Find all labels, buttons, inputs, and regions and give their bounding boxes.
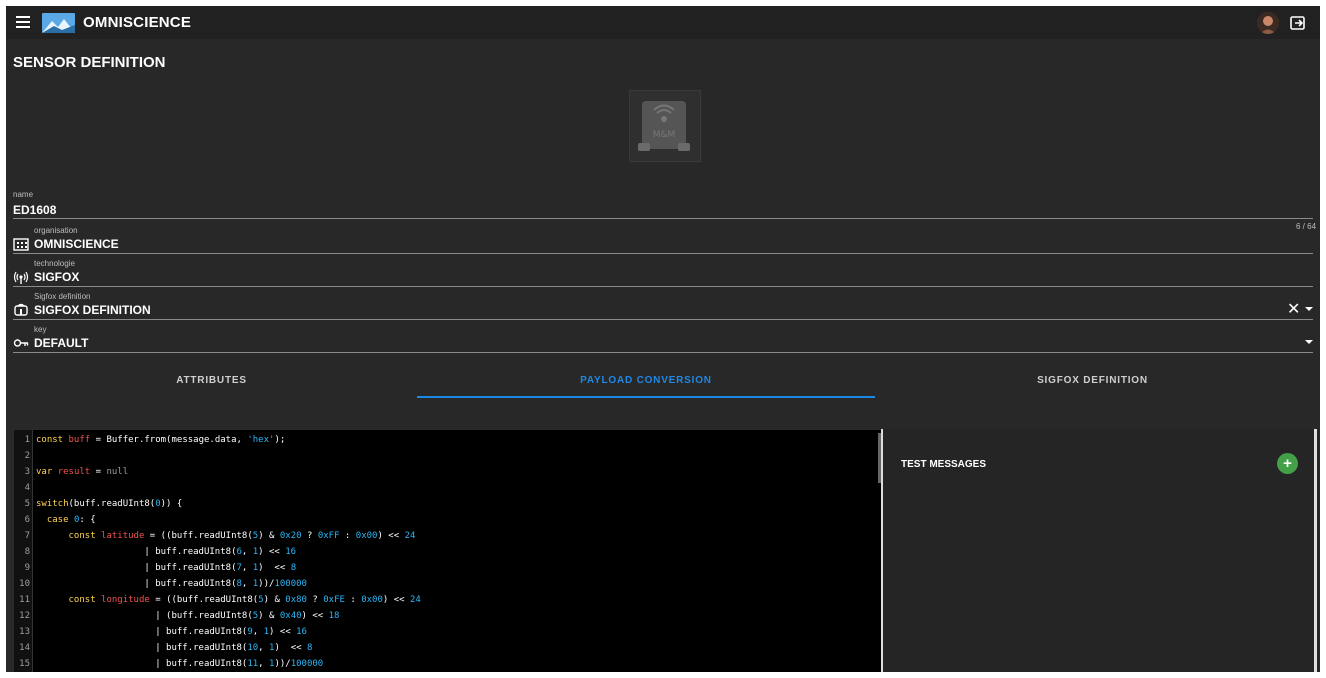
code-line[interactable]: 6 case 0: { [14, 512, 874, 528]
line-number: 11 [19, 595, 30, 605]
code-text[interactable]: | buff.readUInt8(8, 1))/100000 [36, 576, 307, 592]
technologie-label: technologie [34, 259, 75, 268]
test-messages-title: TEST MESSAGES [901, 459, 987, 470]
code-text[interactable]: const latitude = ((buff.readUInt8(5) & 0… [36, 528, 416, 544]
line-number: 2 [24, 451, 30, 461]
sigfox-definition-label: Sigfox definition [34, 292, 91, 301]
code-line[interactable]: 4 [14, 480, 874, 496]
sigfox-definition-value[interactable]: SIGFOX DEFINITION [34, 303, 151, 317]
tab-sigfox-definition[interactable]: SIGFOX DEFINITION [875, 368, 1310, 398]
antenna-icon [13, 270, 29, 284]
line-number: 12 [19, 611, 30, 621]
code-line[interactable]: 3 var result = null [14, 464, 874, 480]
app-frame: OMNISCIENCE SENSOR DEFINITION M&M name E… [6, 6, 1320, 672]
panel-edge [1314, 429, 1317, 672]
code-text[interactable]: | (buff.readUInt8(5) & 0x40) << 18 [36, 608, 339, 624]
name-field[interactable]: name ED1608 [13, 190, 1313, 219]
code-line[interactable]: 12 | (buff.readUInt8(5) & 0x40) << 18 [14, 608, 874, 624]
organisation-label: organisation [34, 226, 78, 235]
app-title: OMNISCIENCE [83, 14, 192, 31]
code-line[interactable]: 1 const buff = Buffer.from(message.data, … [14, 432, 874, 448]
active-tab-indicator [417, 396, 875, 398]
code-text[interactable]: | buff.readUInt8(7, 1) << 8 [36, 560, 296, 576]
code-text[interactable]: | buff.readUInt8(6, 1) << 16 [36, 544, 296, 560]
svg-text:M&M: M&M [653, 130, 676, 140]
name-label: name [13, 190, 34, 199]
sensor-definition-icon [13, 303, 29, 317]
tab-payload-conversion[interactable]: PAYLOAD CONVERSION [417, 368, 875, 398]
technologie-value[interactable]: SIGFOX [34, 270, 79, 284]
line-number: 5 [24, 499, 30, 509]
line-number: 6 [24, 515, 30, 525]
name-value[interactable]: ED1608 [13, 203, 56, 217]
code-line[interactable]: 5 switch(buff.readUInt8(0)) { [14, 496, 874, 512]
code-line[interactable]: 8 | buff.readUInt8(6, 1) << 16 [14, 544, 874, 560]
line-number: 1 [24, 435, 30, 445]
line-number: 4 [24, 483, 30, 493]
app-logo [42, 13, 75, 33]
chevron-down-icon[interactable] [1305, 340, 1313, 344]
organisation-field[interactable]: organisation OMNISCIENCE [13, 224, 1313, 254]
code-line[interactable]: 9 | buff.readUInt8(7, 1) << 8 [14, 560, 874, 576]
user-avatar[interactable] [1257, 12, 1279, 34]
code-line[interactable]: 7 const latitude = ((buff.readUInt8(5) &… [14, 528, 874, 544]
code-text[interactable]: case 0: { [36, 512, 96, 528]
sigfox-definition-field[interactable]: Sigfox definition SIGFOX DEFINITION ✕ [13, 290, 1313, 320]
line-number: 9 [24, 563, 30, 573]
line-number: 8 [24, 547, 30, 557]
code-text[interactable]: const buff = Buffer.from(message.data, '… [36, 432, 285, 448]
code-line[interactable]: 14 | buff.readUInt8(10, 1) << 8 [14, 640, 874, 656]
code-text[interactable]: | buff.readUInt8(10, 1) << 8 [36, 640, 312, 656]
line-number: 13 [19, 627, 30, 637]
code-line[interactable]: 10 | buff.readUInt8(8, 1))/100000 [14, 576, 874, 592]
key-field[interactable]: key DEFAULT [13, 323, 1313, 353]
code-text[interactable]: | buff.readUInt8(11, 1))/100000 [36, 656, 323, 672]
chevron-down-icon[interactable] [1305, 307, 1313, 311]
code-editor[interactable]: 1 const buff = Buffer.from(message.data, … [13, 429, 883, 672]
logout-icon[interactable] [1289, 14, 1307, 32]
sensor-image[interactable]: M&M [629, 90, 701, 162]
key-label: key [34, 325, 47, 334]
add-test-message-button[interactable]: + [1277, 453, 1298, 474]
line-number: 3 [24, 467, 30, 477]
line-number: 15 [19, 659, 30, 669]
code-line[interactable]: 13 | buff.readUInt8(9, 1) << 16 [14, 624, 874, 640]
test-messages-panel: TEST MESSAGES + [881, 429, 1315, 672]
code-line[interactable]: 15 | buff.readUInt8(11, 1))/100000 [14, 656, 874, 672]
organisation-value[interactable]: OMNISCIENCE [34, 237, 119, 251]
code-line[interactable]: 2 [14, 448, 874, 464]
technologie-field[interactable]: technologie SIGFOX [13, 257, 1313, 287]
page-title: SENSOR DEFINITION [13, 54, 166, 71]
key-value[interactable]: DEFAULT [34, 336, 88, 350]
tab-attributes[interactable]: ATTRIBUTES [6, 368, 417, 398]
code-line[interactable]: 11 const longitude = ((buff.readUInt8(5)… [14, 592, 874, 608]
clear-icon[interactable]: ✕ [1287, 299, 1300, 319]
code-text[interactable]: const longitude = ((buff.readUInt8(5) & … [36, 592, 421, 608]
top-app-bar: OMNISCIENCE [6, 6, 1320, 39]
organisation-icon [13, 237, 29, 251]
line-number: 7 [24, 531, 30, 541]
key-icon [13, 336, 29, 350]
line-number: 10 [19, 579, 30, 589]
hamburger-menu-icon[interactable] [16, 16, 30, 28]
code-text[interactable]: switch(buff.readUInt8(0)) { [36, 496, 182, 512]
line-number: 14 [19, 643, 30, 653]
code-text[interactable]: | buff.readUInt8(9, 1) << 16 [36, 624, 307, 640]
code-text[interactable]: var result = null [36, 464, 128, 480]
